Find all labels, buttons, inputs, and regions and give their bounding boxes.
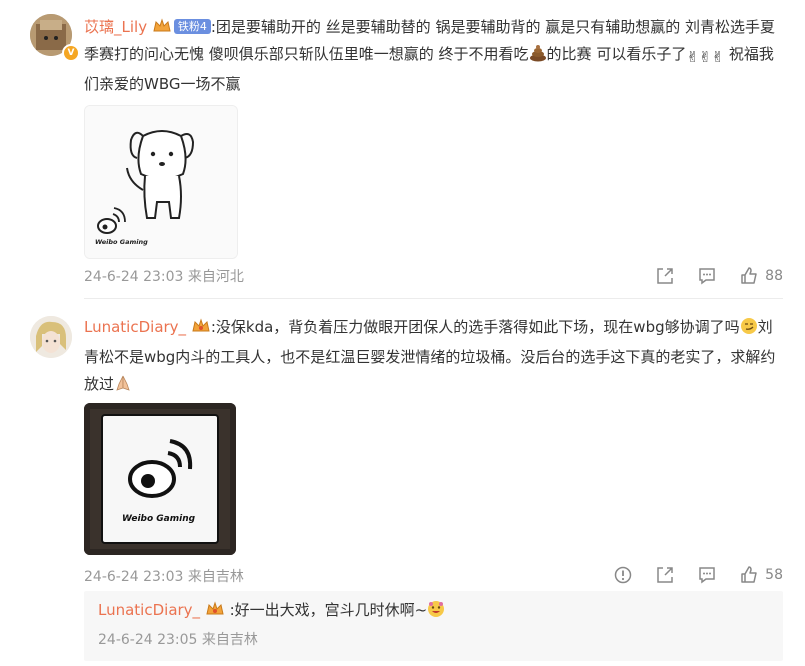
share-button[interactable] bbox=[655, 565, 675, 585]
comment-actions: 58 bbox=[591, 563, 783, 587]
timestamp: 24-6-24 23:03 bbox=[84, 569, 184, 585]
report-button[interactable] bbox=[613, 565, 633, 585]
comment-button[interactable] bbox=[697, 266, 717, 286]
comment-image[interactable]: Weibo Gaming bbox=[84, 403, 236, 555]
like-icon bbox=[741, 566, 757, 583]
victory-hand-emoji: ✌ bbox=[698, 48, 712, 66]
reply-username[interactable]: LunaticDiary_ bbox=[98, 601, 200, 619]
username[interactable]: 苡璃_Lily bbox=[84, 18, 147, 36]
comment-icon bbox=[699, 268, 715, 285]
smirk-emoji bbox=[740, 317, 758, 344]
comment-image[interactable]: Weibo Gaming bbox=[84, 105, 238, 259]
location: 来自吉林 bbox=[201, 632, 258, 648]
location: 来自吉林 bbox=[187, 569, 244, 585]
poop-emoji bbox=[529, 44, 547, 71]
like-count: 58 bbox=[765, 567, 783, 583]
share-icon bbox=[657, 567, 673, 583]
smirk-emoji bbox=[427, 600, 445, 625]
timestamp: 24-6-24 23:03 bbox=[84, 269, 184, 285]
divider bbox=[84, 298, 783, 299]
comment-meta: 24-6-24 23:03 来自吉林 bbox=[84, 566, 244, 586]
comment-meta: 24-6-24 23:03 来自河北 bbox=[84, 266, 244, 286]
like-count: 88 bbox=[765, 268, 783, 284]
like-button[interactable]: 88 bbox=[739, 266, 783, 286]
crown-icon bbox=[192, 318, 210, 332]
timestamp: 24-6-24 23:05 bbox=[98, 632, 198, 648]
crown-icon bbox=[153, 18, 171, 32]
image-caption: Weibo Gaming bbox=[122, 514, 196, 524]
reply-meta: 24-6-24 23:05 来自吉林 bbox=[98, 629, 258, 649]
verified-icon: V bbox=[62, 44, 80, 62]
image-caption: Weibo Gaming bbox=[95, 238, 148, 246]
victory-hand-emoji: ✌ bbox=[686, 48, 699, 66]
report-icon bbox=[614, 566, 632, 584]
fan-badge: 铁粉4 bbox=[173, 19, 211, 34]
comment-icon bbox=[699, 567, 715, 584]
reply-text: LunaticDiary_ :好一出大戏，宫斗几时休啊~ bbox=[98, 598, 445, 625]
share-button[interactable] bbox=[655, 266, 675, 286]
crown-icon bbox=[206, 601, 224, 615]
comment-button[interactable] bbox=[697, 565, 717, 585]
like-button[interactable]: 58 bbox=[739, 565, 783, 585]
location: 来自河北 bbox=[187, 269, 244, 285]
comment-actions: 88 bbox=[633, 264, 783, 288]
share-icon bbox=[657, 268, 673, 284]
comment-text: LunaticDiary_ :没保kda，背负着压力做眼开团保人的选手落得如此下… bbox=[84, 314, 784, 401]
comment-text: 苡璃_Lily 铁粉4:团是要辅助开的 丝是要辅助替的 锅是要辅助背的 赢是只有… bbox=[84, 18, 775, 93]
like-icon bbox=[741, 267, 757, 284]
pray-emoji bbox=[114, 374, 132, 401]
avatar[interactable] bbox=[30, 316, 72, 358]
username[interactable]: LunaticDiary_ bbox=[84, 318, 186, 336]
victory-hand-emoji: ✌ bbox=[711, 48, 725, 66]
